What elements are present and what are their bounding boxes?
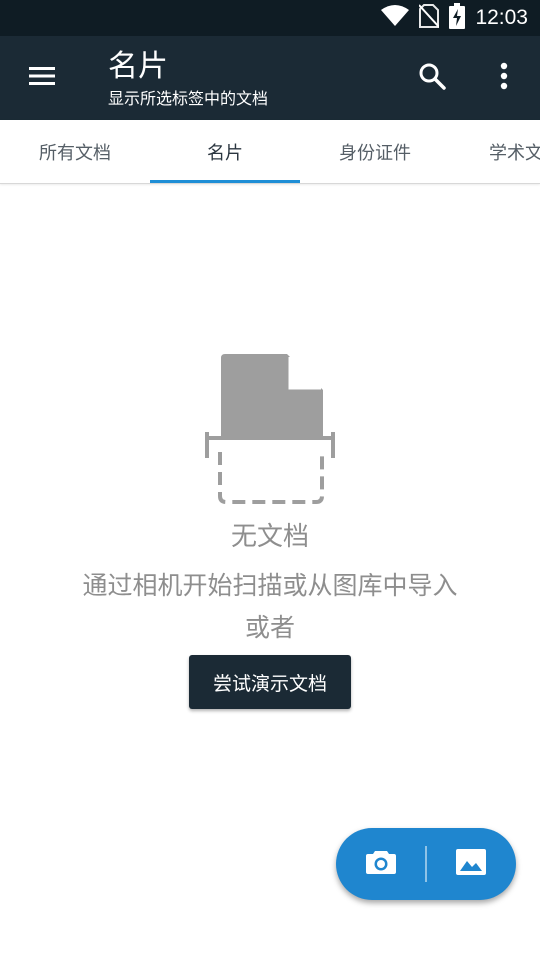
status-time: 12:03 [475, 6, 528, 29]
status-bar: 12:03 [0, 0, 540, 36]
tab-business-cards[interactable]: 名片 [150, 120, 300, 183]
wifi-icon [381, 5, 410, 31]
menu-icon [29, 66, 55, 90]
battery-charging-icon [449, 3, 466, 33]
empty-document-scan-icon [203, 352, 337, 508]
camera-button[interactable] [354, 840, 408, 888]
gallery-button[interactable] [444, 840, 498, 888]
page-subtitle: 显示所选标签中的文档 [108, 89, 269, 108]
camera-icon [365, 849, 397, 879]
tab-selected-indicator [150, 180, 300, 183]
scan-import-fab [336, 828, 516, 900]
gallery-icon [455, 848, 487, 880]
search-button[interactable] [408, 54, 456, 102]
empty-state-hint: 通过相机开始扫描或从图库中导入 [82, 571, 458, 600]
no-sim-icon [418, 4, 441, 32]
search-icon [418, 62, 446, 94]
fab-divider [425, 846, 427, 882]
more-vert-icon [500, 62, 508, 94]
status-icons: 12:03 [381, 0, 528, 36]
tab-id-documents[interactable]: 身份证件 [300, 120, 450, 183]
empty-state-title: 无文档 [230, 522, 309, 552]
tab-all-documents[interactable]: 所有文档 [0, 120, 150, 183]
tab-academic[interactable]: 学术文 [450, 120, 540, 183]
tab-bar: 所有文档 名片 身份证件 学术文 [0, 120, 540, 184]
empty-state-or: 或者 [244, 613, 295, 642]
more-options-button[interactable] [480, 54, 528, 102]
page-title: 名片 [108, 49, 168, 84]
menu-button[interactable] [16, 54, 68, 102]
try-demo-documents-button[interactable]: 尝试演示文档 [189, 655, 351, 709]
app-bar: 名片 显示所选标签中的文档 [0, 36, 540, 120]
